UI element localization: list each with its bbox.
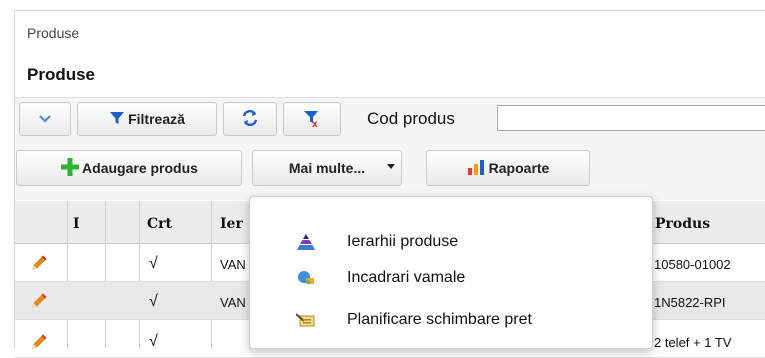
customs-icon bbox=[295, 268, 317, 288]
pyramid-icon bbox=[295, 232, 317, 252]
cod-produs-label: Cod produs bbox=[367, 109, 455, 128]
plus-icon bbox=[60, 157, 80, 180]
refresh-button[interactable] bbox=[223, 102, 277, 136]
clear-filter-button[interactable]: x bbox=[283, 102, 341, 136]
crt-cell: √ bbox=[149, 333, 158, 350]
chevron-down-icon bbox=[38, 111, 52, 127]
add-product-button[interactable]: Adaugare produs bbox=[16, 150, 242, 186]
crt-cell: √ bbox=[149, 255, 158, 272]
caret-down-icon bbox=[387, 157, 395, 173]
page-title: Produse bbox=[27, 65, 96, 84]
price-plan-icon bbox=[295, 310, 317, 330]
menu-item-ierarhii-produse[interactable]: Ierarhii produse bbox=[250, 225, 652, 259]
menu-item-incadrari-vamale[interactable]: Incadrari vamale bbox=[250, 261, 652, 295]
more-dropdown-menu: Ierarhii produse Incadrari vamale Planif… bbox=[249, 196, 653, 349]
pencil-icon[interactable] bbox=[29, 291, 49, 316]
column-header-i[interactable]: I bbox=[73, 216, 80, 232]
bar-chart-icon bbox=[467, 159, 485, 178]
produs-cell: 10580-01002 bbox=[654, 257, 731, 272]
svg-text:x: x bbox=[312, 119, 318, 128]
menu-item-label: Planificare schimbare pret bbox=[347, 311, 532, 328]
clear-filter-icon: x bbox=[302, 108, 322, 131]
pencil-icon[interactable] bbox=[29, 332, 49, 357]
column-header-produs[interactable]: Produs bbox=[655, 216, 710, 232]
add-product-label: Adaugare produs bbox=[82, 160, 198, 176]
column-header-ier[interactable]: Ier bbox=[220, 216, 243, 232]
produs-cell: 2 telef + 1 TV bbox=[654, 335, 732, 350]
produs-cell: 1N5822-RPI bbox=[654, 295, 726, 310]
filter-button[interactable]: Filtrează bbox=[77, 102, 217, 136]
reports-button[interactable]: Rapoarte bbox=[426, 150, 590, 186]
refresh-icon bbox=[241, 109, 259, 130]
ier-cell: VAN bbox=[220, 257, 246, 272]
more-label: Mai multe... bbox=[288, 160, 366, 176]
menu-item-planificare-schimbare-pret[interactable]: Planificare schimbare pret bbox=[250, 303, 652, 337]
more-button[interactable]: Mai multe... bbox=[252, 150, 402, 186]
cod-produs-input[interactable] bbox=[497, 105, 765, 131]
breadcrumb: Produse bbox=[27, 25, 80, 41]
menu-item-label: Ierarhii produse bbox=[347, 233, 459, 250]
funnel-icon bbox=[109, 110, 125, 129]
reports-label: Rapoarte bbox=[488, 160, 550, 176]
column-header-crt[interactable]: Crt bbox=[147, 216, 172, 232]
expand-button[interactable] bbox=[19, 102, 71, 136]
filter-label: Filtrează bbox=[128, 111, 185, 127]
pencil-icon[interactable] bbox=[29, 253, 49, 278]
menu-item-label: Incadrari vamale bbox=[347, 269, 466, 286]
ier-cell: VAN bbox=[220, 295, 246, 310]
crt-cell: √ bbox=[149, 293, 158, 310]
